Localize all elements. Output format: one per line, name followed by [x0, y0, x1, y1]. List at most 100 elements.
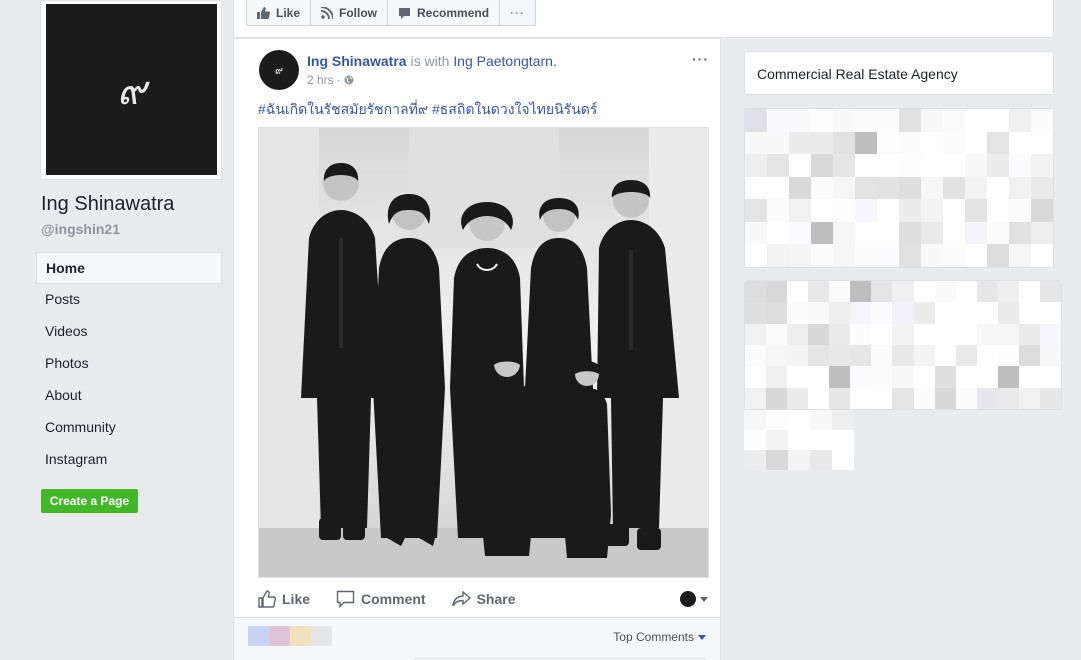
blur-pixel [921, 244, 943, 267]
blur-pixel [811, 176, 833, 200]
blur-pixel [997, 281, 1020, 303]
nav-item-videos[interactable]: Videos [36, 316, 222, 348]
blur-pixel [955, 302, 978, 325]
page-more-button[interactable]: ··· [500, 0, 535, 25]
blur-pixel [850, 302, 873, 325]
blur-pixel [855, 199, 877, 223]
thumbs-up-icon [257, 6, 270, 19]
blur-pixel [789, 244, 811, 267]
blur-pixel [955, 281, 978, 303]
page-like-button[interactable]: Like [247, 0, 312, 25]
blur-pixel [789, 131, 811, 155]
blur-pixel [811, 244, 833, 267]
create-page-button[interactable]: Create a Page [41, 489, 138, 513]
blur-pixel [745, 302, 767, 325]
post-like-button[interactable]: Like [258, 590, 310, 608]
blur-pixel [1031, 176, 1053, 200]
blur-pixel [892, 302, 915, 325]
blur-pixel [934, 366, 957, 389]
blur-pixel [787, 345, 810, 367]
blur-pixel [789, 176, 811, 200]
blur-pixel [787, 323, 810, 346]
blur-pixel [808, 366, 831, 389]
blur-pixel [1031, 131, 1053, 155]
post-with-text: is with [410, 53, 450, 69]
blur-pixel [921, 109, 943, 132]
comment-sort-dropdown[interactable]: Top Comments [613, 630, 706, 644]
post-tagged-link[interactable]: Ing Paetongtarn. [453, 53, 557, 69]
post-options-button[interactable]: ··· [692, 51, 709, 67]
post-timestamp[interactable]: 2 hrs [307, 73, 334, 87]
page-follow-button[interactable]: Follow [311, 0, 389, 25]
blur-pixel [1039, 345, 1061, 367]
profile-picture[interactable]: ๙ [40, 0, 222, 180]
nav-item-photos[interactable]: Photos [36, 348, 222, 380]
page-handle[interactable]: @ingshin21 [41, 221, 120, 237]
blur-pixel [1031, 109, 1053, 132]
blur-pixel [892, 323, 915, 346]
page-like-label: Like [276, 5, 301, 20]
blur-pixel [766, 450, 788, 470]
blur-pixel [787, 281, 810, 303]
blur-pixel [965, 244, 987, 267]
blur-pixel [766, 281, 789, 303]
nav-item-posts[interactable]: Posts [36, 284, 222, 316]
page-action-group: Like Follow Recommend ··· [246, 0, 537, 26]
blurred-ad-2[interactable] [744, 280, 1062, 410]
blur-pixel [811, 154, 833, 178]
sidebar-card[interactable]: Commercial Real Estate Agency [744, 51, 1054, 95]
blur-pixel [811, 131, 833, 155]
blur-pixel [855, 154, 877, 178]
blur-pixel [789, 154, 811, 178]
reaction-avatars[interactable] [248, 626, 332, 646]
blur-pixel [987, 221, 1009, 245]
blur-pixel [871, 345, 894, 367]
blur-pixel [987, 154, 1009, 178]
post-header: Ing Shinawatra is with Ing Paetongtarn. [307, 53, 557, 69]
blur-pixel [789, 109, 811, 132]
blur-pixel [1009, 131, 1031, 155]
blur-pixel [767, 199, 789, 223]
globe-icon[interactable] [344, 75, 354, 85]
blur-pixel [965, 131, 987, 155]
thumbs-up-outline-icon [258, 590, 276, 608]
blur-pixel [745, 244, 767, 267]
post-share-button[interactable]: Share [451, 590, 516, 608]
blur-pixel [829, 387, 852, 409]
nav-item-home[interactable]: Home [36, 252, 222, 284]
blur-pixel [1009, 154, 1031, 178]
blur-pixel [767, 221, 789, 245]
nav-item-instagram[interactable]: Instagram [36, 444, 222, 476]
page-recommend-button[interactable]: Recommend [388, 0, 501, 25]
blur-pixel [1018, 281, 1041, 303]
post-hashtags[interactable]: #ฉันเกิดในรัชสมัยรัชกาลที่๙ #ธสถิตในดวงใ… [258, 99, 597, 121]
post-as-selector[interactable] [680, 591, 708, 607]
blurred-ad-1[interactable] [744, 108, 1054, 268]
blur-pixel [913, 323, 936, 346]
blur-pixel [877, 199, 899, 223]
page-recommend-label: Recommend [417, 5, 490, 20]
blur-pixel [808, 323, 831, 346]
post-author-avatar[interactable]: ๙ [259, 50, 299, 90]
blur-pixel [745, 154, 767, 178]
blur-pixel [899, 176, 921, 200]
blur-pixel [744, 430, 766, 450]
post-comment-button[interactable]: Comment [336, 590, 426, 608]
blur-pixel [766, 410, 788, 430]
blur-pixel [1031, 244, 1053, 267]
blur-pixel [1009, 221, 1031, 245]
post-photo[interactable] [258, 127, 709, 578]
post-author-link[interactable]: Ing Shinawatra [307, 53, 407, 69]
blur-pixel [829, 302, 852, 325]
blur-pixel [965, 199, 987, 223]
blurred-ad-3 [744, 410, 854, 470]
page-title[interactable]: Ing Shinawatra [41, 193, 174, 216]
nav-item-community[interactable]: Community [36, 412, 222, 444]
blur-pixel [811, 221, 833, 245]
blur-pixel [745, 109, 767, 132]
blur-pixel [899, 221, 921, 245]
blur-pixel [877, 131, 899, 155]
blur-pixel [892, 387, 915, 409]
nav-item-about[interactable]: About [36, 380, 222, 412]
blur-pixel [943, 109, 965, 132]
